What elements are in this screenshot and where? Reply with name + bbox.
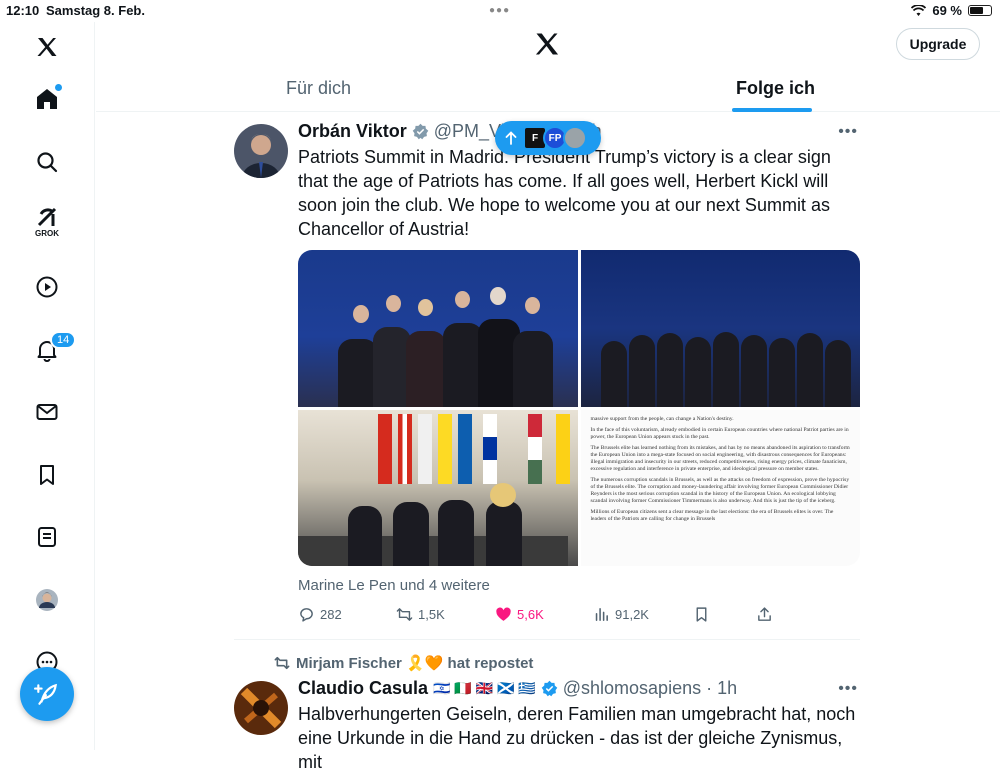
author-name[interactable]: Orbán Viktor	[298, 121, 407, 142]
status-bar: 12:10 Samstag 8. Feb. ●●● 69 %	[0, 0, 1000, 22]
repost-context[interactable]: Mirjam Fischer 🎗️🧡 hat repostet	[274, 654, 533, 672]
photo-declaration-text[interactable]: massive support from the people, can cha…	[580, 409, 860, 566]
reply-icon	[300, 608, 313, 622]
author-name[interactable]: Claudio Casula	[298, 678, 428, 699]
repost-button[interactable]: 1,5K	[396, 606, 445, 623]
like-button[interactable]: 5,6K	[495, 606, 544, 623]
new-posts-pill[interactable]: F FP	[495, 121, 601, 155]
tweet-text: Halbverhungerten Geiseln, deren Familien…	[298, 704, 856, 772]
like-count: 5,6K	[517, 607, 544, 622]
doc-paragraph: Millions of European citizens sent a cle…	[590, 508, 834, 522]
media-grid[interactable]: massive support from the people, can cha…	[298, 250, 860, 566]
mail-icon	[36, 404, 58, 420]
sidebar-item-grok[interactable]: GROK	[28, 203, 66, 241]
views-button[interactable]: 91,2K	[593, 606, 649, 623]
sidebar-item-lists[interactable]	[28, 518, 66, 556]
status-right: 69 %	[911, 3, 992, 18]
bookmark-icon	[696, 607, 707, 622]
share-button[interactable]	[756, 606, 773, 623]
doc-paragraph: massive support from the people, can cha…	[590, 415, 734, 422]
sidebar-item-notifications[interactable]: 14	[28, 331, 77, 369]
photo-summit-group[interactable]	[580, 250, 860, 407]
author-handle[interactable]: @shlomosapiens	[563, 678, 701, 699]
repost-icon	[274, 656, 290, 670]
reply-count: 282	[320, 607, 342, 622]
reply-button[interactable]: 282	[298, 606, 342, 623]
arrow-up-icon	[505, 131, 517, 145]
grok-label: GROK	[35, 229, 59, 238]
avatar[interactable]	[234, 681, 288, 735]
avatar[interactable]	[234, 124, 288, 178]
tab-for-you[interactable]: Für dich	[286, 78, 351, 99]
list-icon	[38, 527, 56, 547]
x-logo-icon	[535, 33, 559, 55]
verified-badge-icon	[412, 123, 428, 140]
upgrade-button[interactable]: Upgrade	[896, 28, 980, 60]
repost-count: 1,5K	[418, 607, 445, 622]
feather-plus-icon	[34, 683, 57, 705]
sidebar-item-home[interactable]	[28, 80, 66, 118]
repost-icon	[396, 608, 413, 621]
sidebar: GROK 14	[0, 22, 95, 750]
tweet-time[interactable]: 1h	[717, 678, 737, 699]
sidebar-item-search[interactable]	[28, 143, 66, 181]
multitask-dots[interactable]: ●●●	[489, 5, 510, 16]
battery-icon	[968, 5, 992, 16]
liked-by-text[interactable]: Marine Le Pen und 4 weitere	[298, 577, 490, 594]
avatar	[36, 589, 58, 611]
compose-button[interactable]	[20, 667, 74, 721]
tweet[interactable]: Orbán Viktor @PM_Vi h ••• Patriots Summi…	[234, 112, 860, 640]
author-flags: 🇮🇱 🇮🇹 🇬🇧 🏴󠁧󠁢󠁳󠁣󠁴󠁿 🇬🇷	[433, 680, 536, 696]
sidebar-item-video[interactable]	[28, 268, 66, 306]
status-date: Samstag 8. Feb.	[46, 3, 145, 18]
verified-badge-icon	[541, 680, 558, 697]
author-handle[interactable]: @PM_Vi	[434, 121, 505, 142]
home-unread-dot	[55, 84, 62, 91]
status-time: 12:10	[6, 3, 40, 18]
doc-paragraph: The numerous corruption scandals in Brus…	[590, 476, 850, 504]
bookmark-icon	[40, 465, 54, 485]
photo-summit-table[interactable]	[298, 409, 578, 566]
doc-paragraph: The Brussels elite has learned nothing f…	[590, 444, 850, 472]
battery-percent: 69 %	[932, 3, 962, 18]
photo-summit-handshake[interactable]	[298, 250, 578, 407]
notifications-badge: 14	[50, 331, 77, 349]
more-options-icon[interactable]: •••	[838, 123, 858, 141]
bookmark-button[interactable]	[693, 606, 710, 623]
search-icon	[37, 152, 58, 173]
sidebar-item-bookmarks[interactable]	[28, 456, 66, 494]
x-logo-icon[interactable]	[28, 28, 66, 66]
wifi-icon	[911, 4, 927, 16]
heart-filled-icon	[496, 607, 511, 621]
grok-icon	[37, 207, 57, 227]
top-header: Upgrade Für dich Folge ich	[96, 22, 1000, 112]
play-icon	[36, 276, 58, 298]
home-icon	[37, 89, 57, 109]
share-icon	[758, 607, 771, 621]
pill-avatar	[563, 126, 587, 150]
tweet-text: Patriots Summit in Madrid. President Tru…	[298, 147, 831, 239]
reposted-by-text: Mirjam Fischer 🎗️🧡 hat repostet	[296, 655, 534, 672]
tweet-header: Claudio Casula 🇮🇱 🇮🇹 🇬🇧 🏴󠁧󠁢󠁳󠁣󠁴󠁿 🇬🇷 @shlo…	[298, 678, 738, 699]
doc-paragraph: In the face of this voluntarism, already…	[590, 426, 849, 440]
sidebar-item-messages[interactable]	[28, 393, 66, 431]
sidebar-item-profile[interactable]	[28, 581, 66, 619]
view-count: 91,2K	[615, 607, 649, 622]
tab-following[interactable]: Folge ich	[736, 78, 815, 99]
analytics-icon	[595, 608, 608, 621]
more-options-icon[interactable]: •••	[838, 680, 858, 698]
